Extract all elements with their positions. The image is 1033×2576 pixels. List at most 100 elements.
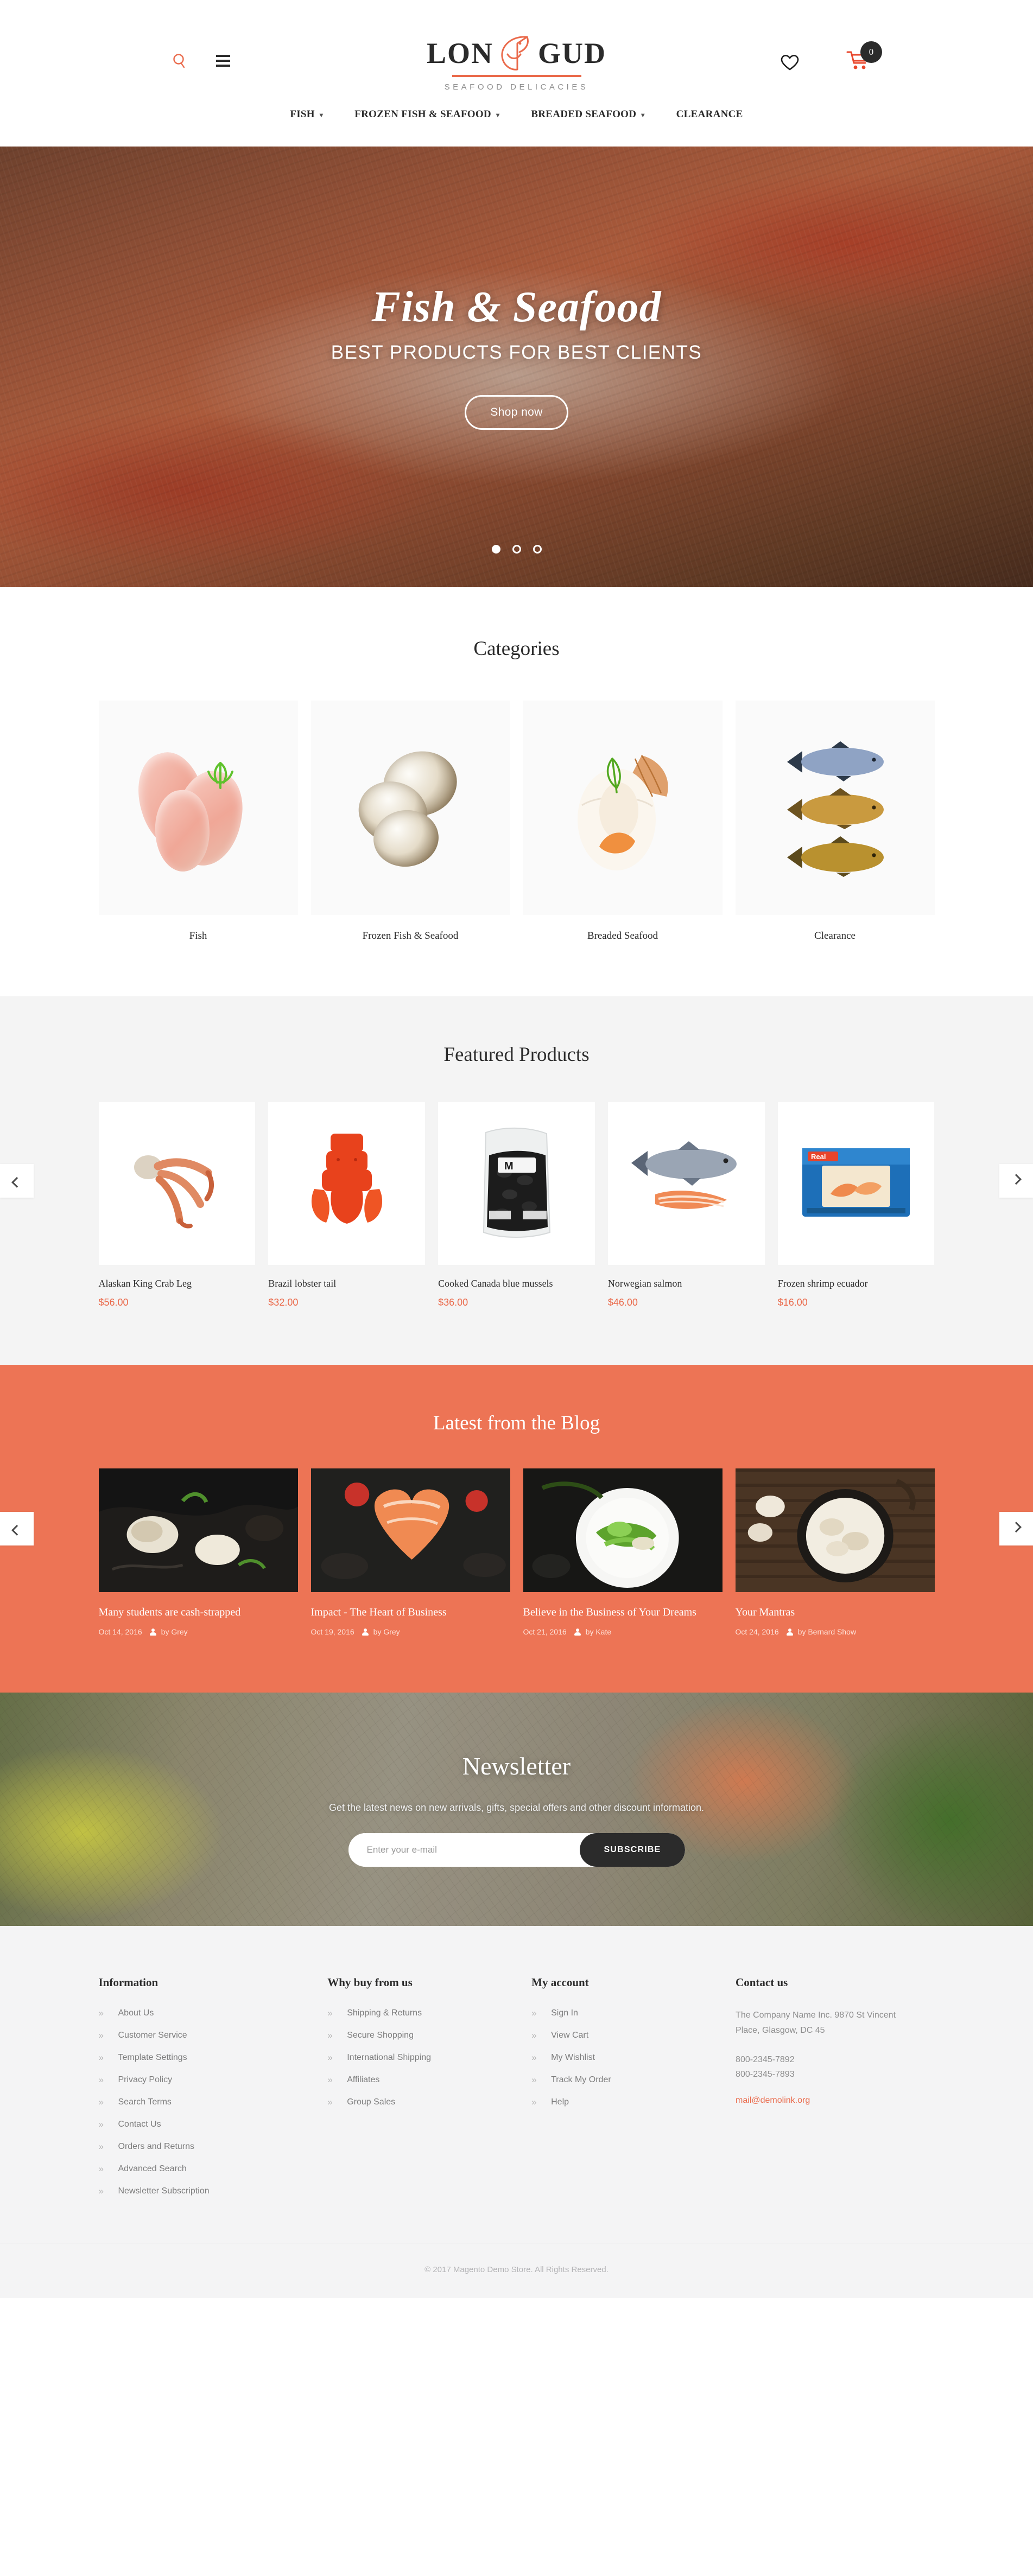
category-label: Frozen Fish & Seafood <box>362 930 459 942</box>
nav-item-breaded-seafood[interactable]: BREADED SEAFOOD ▾ <box>531 109 644 120</box>
nav-item-frozen-fish-seafood[interactable]: FROZEN FISH & SEAFOOD ▾ <box>354 109 499 120</box>
bullet-icon: » <box>98 2052 104 2063</box>
product-card[interactable]: Alaskan King Crab Leg $56.00 <box>98 1102 256 1308</box>
site-logo[interactable]: LON GUD SEAFOOD DELICACIES <box>400 33 633 92</box>
subscribe-button[interactable]: SUBSCRIBE <box>580 1833 685 1867</box>
blog-card[interactable]: Many students are cash-strapped Oct 14, … <box>98 1468 298 1636</box>
footer-link-help[interactable]: » Help <box>531 2097 714 2108</box>
footer-link-group-sales[interactable]: » Group Sales <box>327 2097 510 2108</box>
cart-button[interactable]: 0 <box>846 41 882 74</box>
hero-dot-1[interactable] <box>491 545 500 554</box>
footer-link-view-cart[interactable]: » View Cart <box>531 2030 714 2041</box>
footer-link-my-wishlist[interactable]: » My Wishlist <box>531 2052 714 2063</box>
blog-post-meta: Oct 19, 2016 by Grey <box>311 1627 510 1636</box>
blog-post-author: by Kate <box>585 1627 612 1636</box>
header-top-bar: LON GUD SEAFOOD DELICACIES 0 <box>0 0 1033 109</box>
hero-title: Fish & Seafood <box>371 283 662 331</box>
product-price: $56.00 <box>98 1297 129 1308</box>
blog-card[interactable]: Your Mantras Oct 24, 2016 by Bernard Sho… <box>735 1468 935 1636</box>
search-icon[interactable] <box>173 53 187 68</box>
footer-link-contact-us[interactable]: » Contact Us <box>99 2119 306 2130</box>
footer-link-customer-service[interactable]: » Customer Service <box>99 2030 306 2041</box>
hero-dot-2[interactable] <box>512 545 521 554</box>
fish-fillets-image <box>98 701 298 915</box>
categories-section: Categories Fish Frozen Fish & Seafood Br… <box>0 587 1033 996</box>
contact-phones: 800-2345-7892 800-2345-7893 <box>736 2052 934 2082</box>
featured-title: Featured Products <box>443 1044 590 1066</box>
footer-link-label: Privacy Policy <box>118 2075 173 2084</box>
footer-link-label: Newsletter Subscription <box>118 2186 210 2196</box>
blog-post-title: Believe in the Business of Your Dreams <box>523 1606 696 1618</box>
blog-next-button[interactable] <box>999 1512 1033 1545</box>
contact-phone-1: 800-2345-7892 <box>736 2055 795 2064</box>
heart-icon[interactable] <box>780 54 800 71</box>
footer-link-track-my-order[interactable]: » Track My Order <box>531 2075 714 2085</box>
footer-link-orders-and-returns[interactable]: » Orders and Returns <box>99 2141 306 2152</box>
chevron-right-icon <box>1011 1522 1022 1533</box>
footer-link-international-shipping[interactable]: » International Shipping <box>327 2052 510 2063</box>
footer-link-search-terms[interactable]: » Search Terms <box>99 2097 306 2108</box>
author-icon <box>150 1628 157 1636</box>
category-label: Fish <box>189 930 207 942</box>
footer-heading: Why buy from us <box>327 1976 413 1989</box>
bullet-icon: » <box>98 2164 104 2174</box>
category-card-fish[interactable]: Fish <box>98 701 298 942</box>
blog-post-title: Impact - The Heart of Business <box>310 1606 447 1618</box>
nav-item-clearance[interactable]: CLEARANCE <box>676 109 743 120</box>
footer-link-affiliates[interactable]: » Affiliates <box>327 2075 510 2085</box>
nav-item-fish[interactable]: FISH ▾ <box>290 109 323 120</box>
footer-link-advanced-search[interactable]: » Advanced Search <box>99 2164 306 2174</box>
category-label: Clearance <box>814 930 855 942</box>
footer-column-information: Information » About Us » Customer Service … <box>99 1976 306 2208</box>
featured-next-button[interactable] <box>999 1163 1033 1198</box>
main-navigation: FISH ▾ FROZEN FISH & SEAFOOD ▾ BREADED S… <box>0 109 1033 132</box>
shop-now-button[interactable]: Shop now <box>465 395 568 430</box>
blog-post-author: by Grey <box>161 1627 188 1636</box>
logo-word-left: LON <box>426 37 494 69</box>
footer-link-label: About Us <box>118 2008 154 2018</box>
footer-link-secure-shopping[interactable]: » Secure Shopping <box>327 2030 510 2041</box>
product-name: Frozen shrimp ecuador <box>777 1278 868 1289</box>
blog-post-meta: Oct 14, 2016 by Grey <box>99 1627 298 1636</box>
footer-link-newsletter-subscription[interactable]: » Newsletter Subscription <box>99 2186 306 2197</box>
scallop-image <box>523 701 723 915</box>
blog-post-date: Oct 19, 2016 <box>310 1627 354 1636</box>
mussels-pack-image: M <box>438 1102 595 1265</box>
nav-item-label: FISH <box>290 109 315 120</box>
bullet-icon: » <box>327 2030 333 2040</box>
hamburger-menu-icon[interactable] <box>216 55 230 67</box>
hero-dot-3[interactable] <box>533 545 542 554</box>
bullet-icon: » <box>327 2052 333 2063</box>
bullet-icon: » <box>531 2030 537 2040</box>
blog-post-date: Oct 21, 2016 <box>523 1627 567 1636</box>
footer-link-label: Advanced Search <box>118 2164 187 2173</box>
footer-link-privacy-policy[interactable]: » Privacy Policy <box>99 2075 306 2085</box>
category-card-frozen-fish-seafood[interactable]: Frozen Fish & Seafood <box>310 701 510 942</box>
footer-link-label: View Cart <box>551 2031 589 2040</box>
blog-card[interactable]: Impact - The Heart of Business Oct 19, 2… <box>310 1468 510 1636</box>
product-card[interactable]: Norwegian salmon $46.00 <box>607 1102 765 1308</box>
category-card-breaded-seafood[interactable]: Breaded Seafood <box>523 701 723 942</box>
blog-card[interactable]: Believe in the Business of Your Dreams O… <box>523 1468 723 1636</box>
footer-link-about-us[interactable]: » About Us <box>99 2008 306 2019</box>
featured-products-section: Featured Products Alaskan King Crab Leg … <box>0 996 1033 1365</box>
category-card-clearance[interactable]: Clearance <box>735 701 935 942</box>
featured-prev-button[interactable] <box>0 1163 34 1198</box>
footer-link-list: » Shipping & Returns » Secure Shopping » In… <box>327 2008 510 2108</box>
blog-prev-button[interactable] <box>0 1512 34 1545</box>
fish-logo-icon <box>496 33 536 74</box>
footer-link-shipping-returns[interactable]: » Shipping & Returns <box>327 2008 510 2019</box>
product-card[interactable]: Real Frozen shrimp ecuador $16.00 <box>777 1102 935 1308</box>
salad-bowl-image <box>523 1468 723 1592</box>
blog-post-author: by Bernard Show <box>797 1627 857 1636</box>
newsletter-email-input[interactable] <box>348 1833 580 1867</box>
logo-word-right: GUD <box>538 37 607 69</box>
footer-link-template-settings[interactable]: » Template Settings <box>99 2052 306 2063</box>
contact-email-link[interactable]: mail@demolink.org <box>736 2096 934 2106</box>
product-name: Brazil lobster tail <box>268 1278 337 1289</box>
footer-link-sign-in[interactable]: » Sign In <box>531 2008 714 2019</box>
blog-post-date: Oct 14, 2016 <box>98 1627 142 1636</box>
product-card[interactable]: Brazil lobster tail $32.00 <box>268 1102 426 1308</box>
footer-link-label: Shipping & Returns <box>347 2008 422 2018</box>
product-card[interactable]: M Cooked Canada blue mussels $36.00 <box>438 1102 595 1308</box>
